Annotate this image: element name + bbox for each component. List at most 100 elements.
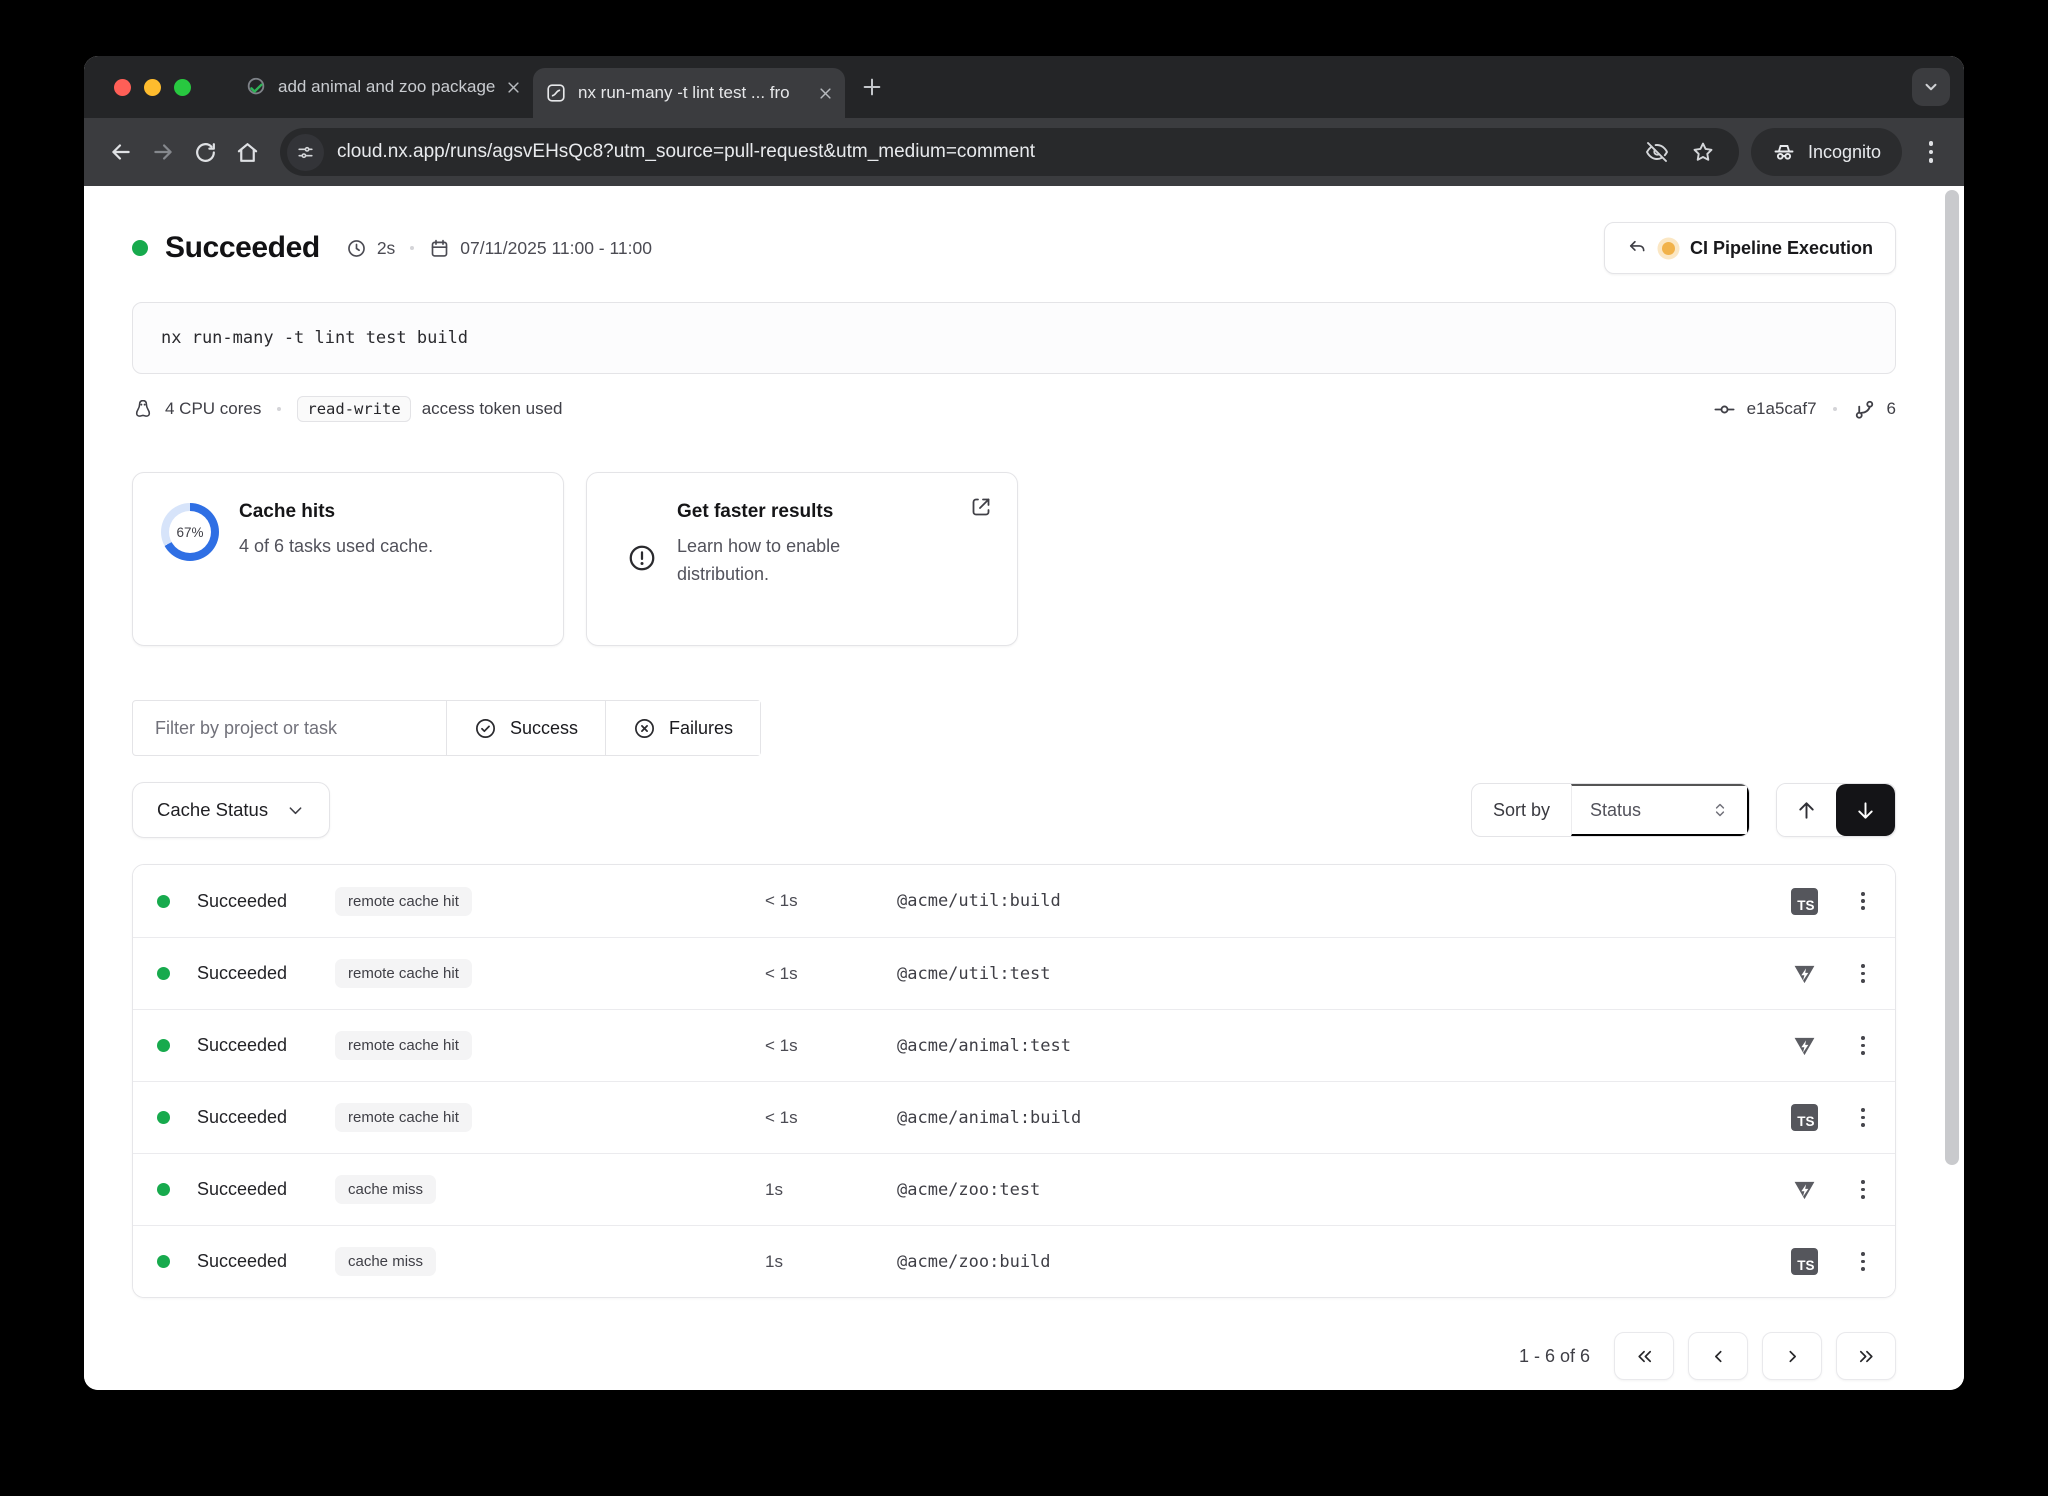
cache-status-dropdown[interactable]: Cache Status bbox=[132, 782, 330, 838]
new-tab-button[interactable] bbox=[861, 76, 883, 98]
pipeline-status-dot bbox=[1662, 242, 1675, 255]
task-name: @acme/zoo:test bbox=[897, 1180, 1775, 1200]
reload-icon[interactable] bbox=[184, 131, 226, 173]
forward-icon[interactable] bbox=[142, 131, 184, 173]
pagination-range-label: 1 - 6 of 6 bbox=[1519, 1346, 1590, 1367]
browser-menu-kebab-icon[interactable] bbox=[1914, 141, 1948, 163]
row-status-dot bbox=[157, 1255, 170, 1268]
row-status-dot bbox=[157, 1183, 170, 1196]
git-branch-icon bbox=[1853, 398, 1876, 421]
tab-search-chevron-button[interactable] bbox=[1912, 68, 1950, 106]
row-menu-kebab-icon[interactable] bbox=[1855, 1246, 1871, 1276]
task-name: @acme/zoo:build bbox=[897, 1252, 1775, 1272]
linux-penguin-icon bbox=[132, 398, 154, 420]
table-row[interactable]: Succeeded cache miss 1s @acme/zoo:build … bbox=[133, 1225, 1895, 1297]
browser-toolbar: cloud.nx.app/runs/agsvEHsQc8?utm_source=… bbox=[84, 118, 1964, 186]
last-page-button[interactable] bbox=[1836, 1332, 1896, 1380]
cache-status-badge: remote cache hit bbox=[335, 1031, 472, 1060]
browser-window: add animal and zoo packages nx run-many … bbox=[84, 56, 1964, 1390]
first-page-button[interactable] bbox=[1614, 1332, 1674, 1380]
next-page-button[interactable] bbox=[1762, 1332, 1822, 1380]
row-status-dot bbox=[157, 1039, 170, 1052]
cache-hit-percent: 67% bbox=[176, 525, 203, 540]
success-filter-button[interactable]: Success bbox=[447, 701, 605, 755]
row-status-label: Succeeded bbox=[197, 1251, 335, 1272]
sort-ascending-button[interactable] bbox=[1777, 784, 1836, 836]
scrollbar-thumb[interactable] bbox=[1945, 190, 1959, 1165]
ci-pipeline-execution-button[interactable]: CI Pipeline Execution bbox=[1604, 222, 1896, 274]
sort-value-dropdown[interactable]: Status bbox=[1571, 784, 1749, 836]
row-status-label: Succeeded bbox=[197, 891, 335, 912]
pipeline-button-label: CI Pipeline Execution bbox=[1690, 238, 1873, 259]
row-menu-kebab-icon[interactable] bbox=[1855, 1174, 1871, 1204]
site-settings-icon[interactable] bbox=[287, 134, 324, 171]
close-window-button[interactable] bbox=[114, 79, 131, 96]
table-row[interactable]: Succeeded remote cache hit < 1s @acme/ut… bbox=[133, 937, 1895, 1009]
tab-title: nx run-many -t lint test ... fro bbox=[578, 83, 807, 103]
calendar-icon bbox=[429, 238, 450, 259]
row-menu-kebab-icon[interactable] bbox=[1855, 886, 1871, 916]
cpu-cores-label: 4 CPU cores bbox=[165, 399, 261, 419]
access-token-suffix: access token used bbox=[422, 399, 563, 419]
get-faster-results-card[interactable]: Get faster results Learn how to enable d… bbox=[586, 472, 1018, 646]
row-status-label: Succeeded bbox=[197, 1035, 335, 1056]
vitest-icon bbox=[1791, 960, 1818, 987]
sort-direction-toggle bbox=[1776, 783, 1896, 837]
row-status-dot bbox=[157, 1111, 170, 1124]
bookmark-star-icon[interactable] bbox=[1691, 140, 1715, 164]
tab-strip: add animal and zoo packages nx run-many … bbox=[84, 56, 1964, 118]
command-box: nx run-many -t lint test build bbox=[132, 302, 1896, 374]
tab-close-icon[interactable] bbox=[506, 80, 521, 95]
cache-status-badge: remote cache hit bbox=[335, 887, 472, 916]
command-text: nx run-many -t lint test build bbox=[161, 328, 468, 348]
success-filter-label: Success bbox=[510, 718, 578, 739]
back-icon[interactable] bbox=[100, 131, 142, 173]
sort-descending-button[interactable] bbox=[1836, 784, 1895, 836]
page-content: Succeeded 2s 07/11/2025 11:00 - 11:00 bbox=[84, 186, 1964, 1390]
table-row[interactable]: Succeeded remote cache hit < 1s @acme/an… bbox=[133, 1081, 1895, 1153]
typescript-icon: TS bbox=[1791, 888, 1818, 915]
row-menu-kebab-icon[interactable] bbox=[1855, 1030, 1871, 1060]
task-name: @acme/animal:build bbox=[897, 1108, 1775, 1128]
tab-close-icon[interactable] bbox=[818, 86, 833, 101]
incognito-icon bbox=[1772, 140, 1796, 164]
tab-pull-request[interactable]: add animal and zoo packages bbox=[233, 56, 533, 118]
alert-circle-icon bbox=[627, 543, 657, 645]
task-duration: 1s bbox=[765, 1180, 897, 1200]
incognito-label: Incognito bbox=[1808, 142, 1881, 163]
task-name: @acme/util:build bbox=[897, 891, 1775, 911]
table-row[interactable]: Succeeded remote cache hit < 1s @acme/an… bbox=[133, 1009, 1895, 1081]
commit-sha[interactable]: e1a5caf7 bbox=[1747, 399, 1817, 419]
pull-request-check-favicon bbox=[245, 76, 267, 98]
zoom-window-button[interactable] bbox=[174, 79, 191, 96]
row-status-label: Succeeded bbox=[197, 1179, 335, 1200]
cache-status-badge: cache miss bbox=[335, 1175, 436, 1204]
address-bar[interactable]: cloud.nx.app/runs/agsvEHsQc8?utm_source=… bbox=[280, 128, 1739, 176]
chevrons-up-down-icon bbox=[1711, 801, 1729, 819]
minimize-window-button[interactable] bbox=[144, 79, 161, 96]
failures-filter-button[interactable]: Failures bbox=[605, 701, 760, 755]
cache-status-badge: cache miss bbox=[335, 1247, 436, 1276]
vcs-count[interactable]: 6 bbox=[1887, 399, 1896, 419]
failures-filter-label: Failures bbox=[669, 718, 733, 739]
url-text[interactable]: cloud.nx.app/runs/agsvEHsQc8?utm_source=… bbox=[337, 141, 1632, 163]
sort-value-text: Status bbox=[1590, 800, 1641, 821]
tab-nx-run[interactable]: nx run-many -t lint test ... fro bbox=[533, 68, 845, 118]
row-menu-kebab-icon[interactable] bbox=[1855, 958, 1871, 988]
table-row[interactable]: Succeeded cache miss 1s @acme/zoo:test T… bbox=[133, 1153, 1895, 1225]
previous-page-button[interactable] bbox=[1688, 1332, 1748, 1380]
sort-by-label: Sort by bbox=[1472, 784, 1571, 836]
home-icon[interactable] bbox=[226, 131, 268, 173]
sort-select: Sort by Status bbox=[1471, 783, 1750, 837]
row-menu-kebab-icon[interactable] bbox=[1855, 1102, 1871, 1132]
task-duration: < 1s bbox=[765, 964, 897, 984]
eye-off-icon[interactable] bbox=[1645, 140, 1669, 164]
filter-input[interactable] bbox=[155, 718, 424, 739]
nx-cloud-favicon bbox=[545, 82, 567, 104]
row-status-label: Succeeded bbox=[197, 963, 335, 984]
cache-status-label: Cache Status bbox=[157, 799, 268, 821]
table-row[interactable]: Succeeded remote cache hit < 1s @acme/ut… bbox=[133, 865, 1895, 937]
row-status-dot bbox=[157, 967, 170, 980]
task-duration: < 1s bbox=[765, 1108, 897, 1128]
undo-arrow-icon bbox=[1627, 238, 1647, 258]
